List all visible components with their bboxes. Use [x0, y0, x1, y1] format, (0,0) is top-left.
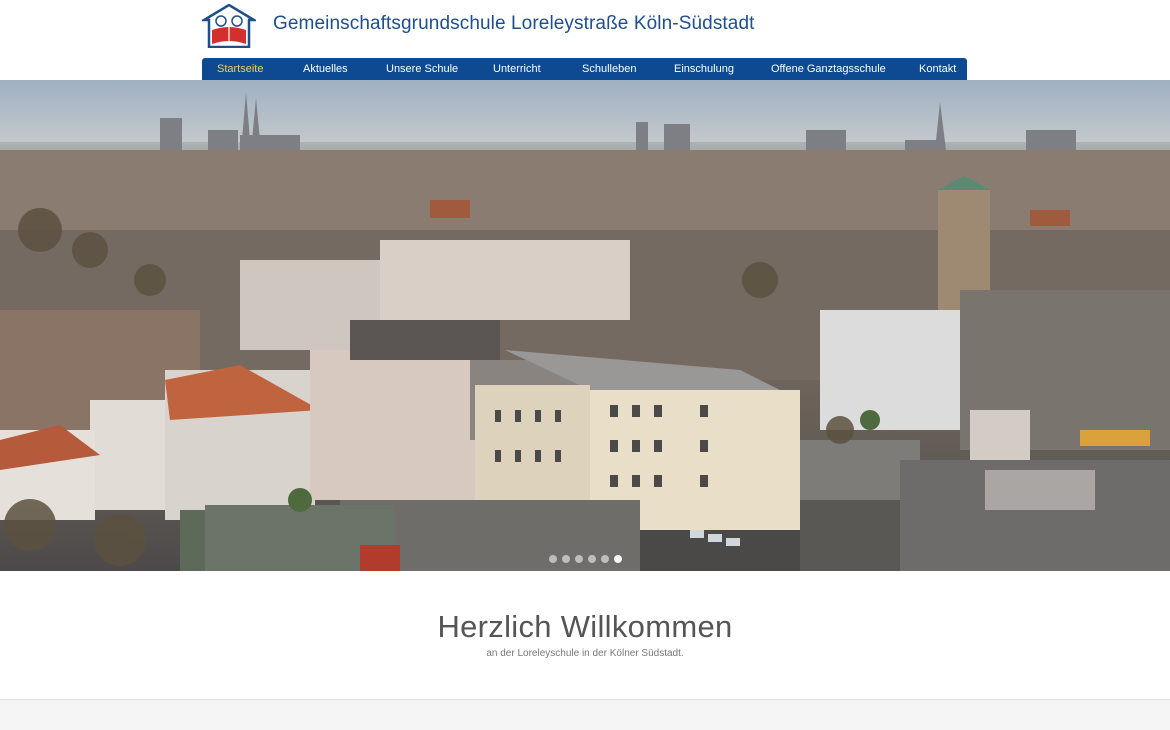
slider-dot-2[interactable] [562, 555, 570, 563]
city-aerial-illustration [0, 80, 1170, 571]
slider-dot-6[interactable] [614, 555, 622, 563]
slider-dot-4[interactable] [588, 555, 596, 563]
hero-slider-image[interactable] [0, 80, 1170, 571]
nav-item-einschulung[interactable]: Einschulung [674, 63, 734, 75]
slider-dot-5[interactable] [601, 555, 609, 563]
slider-pagination [549, 555, 622, 563]
welcome-subtext: an der Loreleyschule in der Kölner Südst… [486, 648, 684, 659]
nav-item-kontakt[interactable]: Kontakt [919, 63, 956, 75]
school-logo-icon[interactable] [199, 3, 259, 49]
welcome-section: Herzlich Willkommen an der Loreleyschule… [0, 571, 1170, 699]
nav-item-schulleben[interactable]: Schulleben [582, 63, 636, 75]
nav-item-aktuelles[interactable]: Aktuelles [303, 63, 348, 75]
main-navigation: Startseite Aktuelles Unsere Schule Unter… [202, 58, 967, 80]
nav-item-offene-ganztagsschule[interactable]: Offene Ganztagsschule [771, 63, 886, 75]
nav-item-startseite[interactable]: Startseite [217, 63, 263, 75]
slider-dot-3[interactable] [575, 555, 583, 563]
slider-dot-1[interactable] [549, 555, 557, 563]
content-band [0, 699, 1170, 730]
nav-item-unterricht[interactable]: Unterricht [493, 63, 541, 75]
nav-item-unsere-schule[interactable]: Unsere Schule [386, 63, 458, 75]
welcome-heading: Herzlich Willkommen [437, 609, 733, 644]
site-title[interactable]: Gemeinschaftsgrundschule Loreleystraße K… [273, 13, 755, 35]
